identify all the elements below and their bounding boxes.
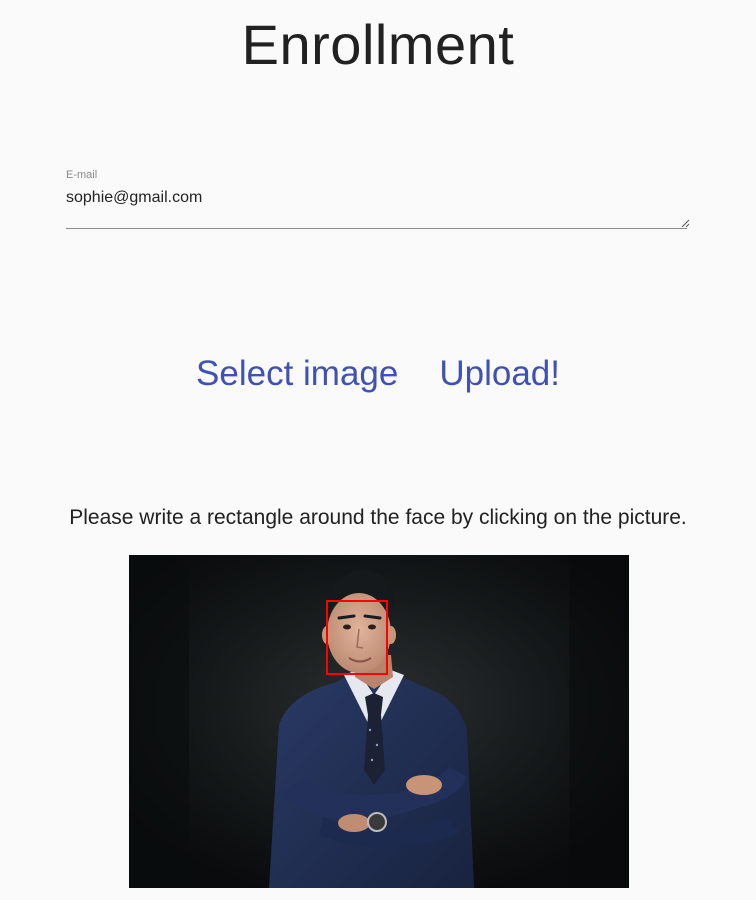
enrollment-page: Enrollment E-mail sophie@gmail.com Selec… bbox=[0, 0, 756, 900]
select-image-button[interactable]: Select image bbox=[196, 350, 398, 398]
email-field-container: E-mail sophie@gmail.com bbox=[66, 166, 691, 233]
upload-button[interactable]: Upload! bbox=[439, 350, 560, 398]
action-buttons: Select image Upload! bbox=[0, 350, 756, 398]
instructions-text: Please write a rectangle around the face… bbox=[69, 506, 687, 529]
email-field[interactable]: sophie@gmail.com bbox=[66, 188, 687, 229]
page-title: Enrollment bbox=[241, 13, 515, 76]
portrait-photo bbox=[129, 555, 629, 888]
face-picture[interactable] bbox=[129, 555, 629, 888]
email-field-label: E-mail bbox=[66, 169, 98, 181]
resize-handle-icon[interactable] bbox=[681, 219, 690, 228]
